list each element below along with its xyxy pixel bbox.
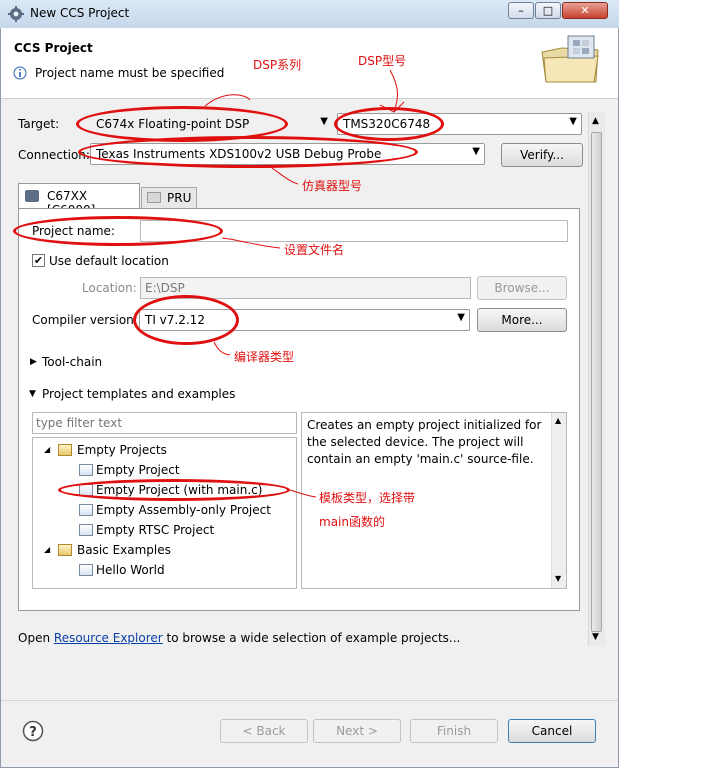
annotation-set-file-name: 设置文件名: [284, 243, 345, 257]
annotation-emulator-model: 仿真器型号: [302, 179, 363, 193]
annotation-template-type-1: 模板类型，选择带: [319, 491, 416, 505]
annotation-template-type-2: main函数的: [319, 515, 385, 529]
annotation-dsp-series: DSP系列: [253, 58, 302, 72]
annotation-compiler-type: 编译器类型: [234, 350, 295, 364]
annotation-dsp-model: DSP型号: [358, 54, 407, 68]
annotation-arrows: [204, 69, 405, 498]
